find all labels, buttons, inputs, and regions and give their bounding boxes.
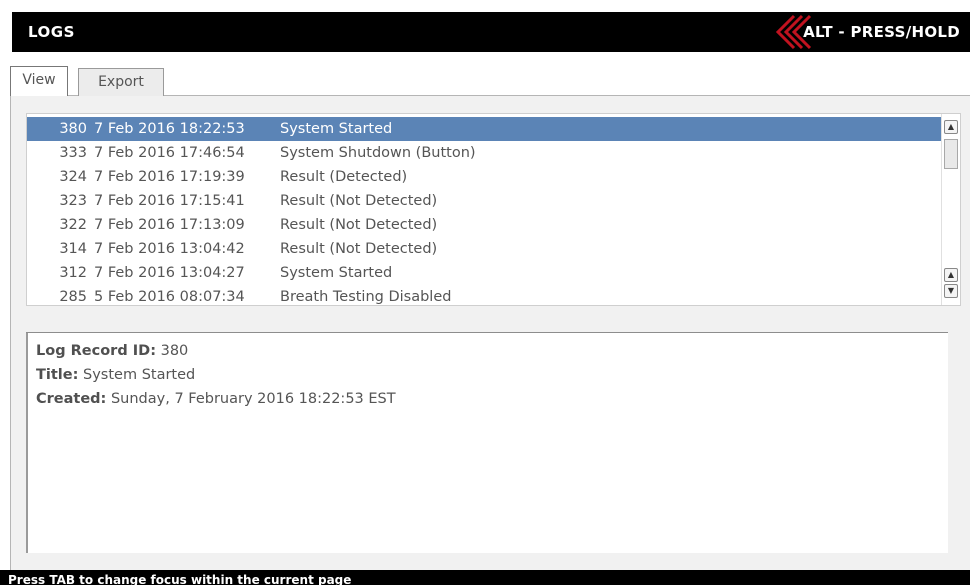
panel-left-border <box>10 95 11 585</box>
scroll-down-icon[interactable]: ▼ <box>944 284 958 298</box>
log-date: 7 Feb 2016 17:19:39 <box>94 169 245 185</box>
log-row[interactable]: 322 7 Feb 2016 17:13:09 Result (Not Dete… <box>27 213 941 237</box>
log-row[interactable]: 285 5 Feb 2016 08:07:34 Breath Testing D… <box>27 285 941 305</box>
created-label: Created: <box>36 391 107 407</box>
log-date: 5 Feb 2016 08:07:34 <box>94 289 245 305</box>
log-event: Breath Testing Disabled <box>280 289 452 305</box>
created-value: Sunday, 7 February 2016 18:22:53 EST <box>106 391 396 407</box>
log-id: 324 <box>59 169 87 185</box>
record-id-label: Log Record ID: <box>36 343 156 359</box>
log-date: 7 Feb 2016 17:46:54 <box>94 145 245 161</box>
log-date: 7 Feb 2016 17:15:41 <box>94 193 245 209</box>
tab-view[interactable]: View <box>10 66 68 96</box>
log-detail-panel: Log Record ID: 380 Title: System Started… <box>26 333 948 553</box>
detail-title: Title: System Started <box>36 367 195 383</box>
log-event: Result (Not Detected) <box>280 241 438 257</box>
log-id: 333 <box>59 145 87 161</box>
log-id: 380 <box>59 121 87 137</box>
alt-press-hold-label[interactable]: ALT - PRESS/HOLD <box>803 12 960 52</box>
status-bar: Press TAB to change focus within the cur… <box>0 570 970 587</box>
log-row[interactable]: 324 7 Feb 2016 17:19:39 Result (Detected… <box>27 165 941 189</box>
list-scrollbar[interactable]: ▲ ▲ ▼ <box>941 114 960 305</box>
log-event: System Started <box>280 121 393 137</box>
log-row[interactable]: 380 7 Feb 2016 18:22:53 System Started <box>27 117 941 141</box>
log-row[interactable]: 333 7 Feb 2016 17:46:54 System Shutdown … <box>27 141 941 165</box>
title-label: Title: <box>36 367 79 383</box>
log-row[interactable]: 312 7 Feb 2016 13:04:27 System Started <box>27 261 941 285</box>
log-id: 312 <box>59 265 87 281</box>
header-bar: LOGS ALT - PRESS/HOLD <box>12 12 970 52</box>
log-event: Result (Not Detected) <box>280 193 438 209</box>
scroll-thumb[interactable] <box>944 139 958 169</box>
log-id: 323 <box>59 193 87 209</box>
log-id: 322 <box>59 217 87 233</box>
log-event: Result (Not Detected) <box>280 217 438 233</box>
log-event: System Started <box>280 265 393 281</box>
page-title: LOGS <box>28 23 75 41</box>
tab-export[interactable]: Export <box>78 68 164 96</box>
log-list[interactable]: 380 7 Feb 2016 18:22:53 System Started 3… <box>26 113 961 306</box>
title-value: System Started <box>78 367 196 383</box>
log-row[interactable]: 314 7 Feb 2016 13:04:42 Result (Not Dete… <box>27 237 941 261</box>
record-id-value: 380 <box>156 343 189 359</box>
log-id: 314 <box>59 241 87 257</box>
log-date: 7 Feb 2016 13:04:27 <box>94 265 245 281</box>
log-date: 7 Feb 2016 13:04:42 <box>94 241 245 257</box>
scroll-up-icon[interactable]: ▲ <box>944 120 958 134</box>
log-id: 285 <box>59 289 87 305</box>
detail-created: Created: Sunday, 7 February 2016 18:22:5… <box>36 391 396 407</box>
log-event: Result (Detected) <box>280 169 408 185</box>
page-up-icon[interactable]: ▲ <box>944 268 958 282</box>
log-event: System Shutdown (Button) <box>280 145 476 161</box>
log-date: 7 Feb 2016 17:13:09 <box>94 217 245 233</box>
log-date: 7 Feb 2016 18:22:53 <box>94 121 245 137</box>
detail-record-id: Log Record ID: 380 <box>36 343 188 359</box>
log-row[interactable]: 323 7 Feb 2016 17:15:41 Result (Not Dete… <box>27 189 941 213</box>
